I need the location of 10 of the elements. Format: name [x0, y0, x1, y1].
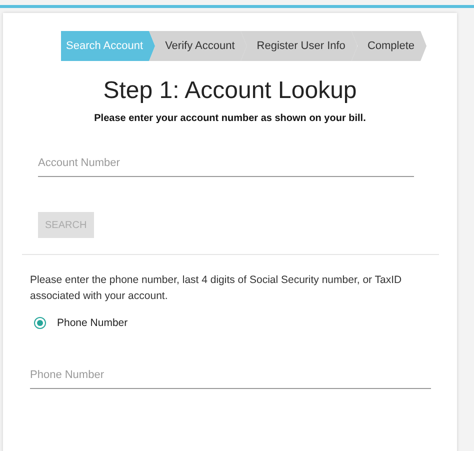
- page-title: Step 1: Account Lookup: [102, 77, 358, 105]
- step-tab[interactable]: Complete: [351, 31, 427, 61]
- step-tab[interactable]: Verify Account: [149, 31, 247, 61]
- account-number-field[interactable]: Account Number: [38, 157, 414, 177]
- subtitle: Please enter your account number as shown on your bill.: [93, 113, 367, 124]
- step-tab[interactable]: Register User Info: [240, 31, 358, 61]
- phone-number-field[interactable]: Phone Number: [30, 369, 431, 389]
- instructions-text: Please enter the phone number, last 4 digits of Social Security number, or TaxID associated with your account.: [30, 273, 403, 304]
- radio-label: Phone Number: [57, 317, 128, 329]
- radio-button[interactable]: [34, 317, 46, 329]
